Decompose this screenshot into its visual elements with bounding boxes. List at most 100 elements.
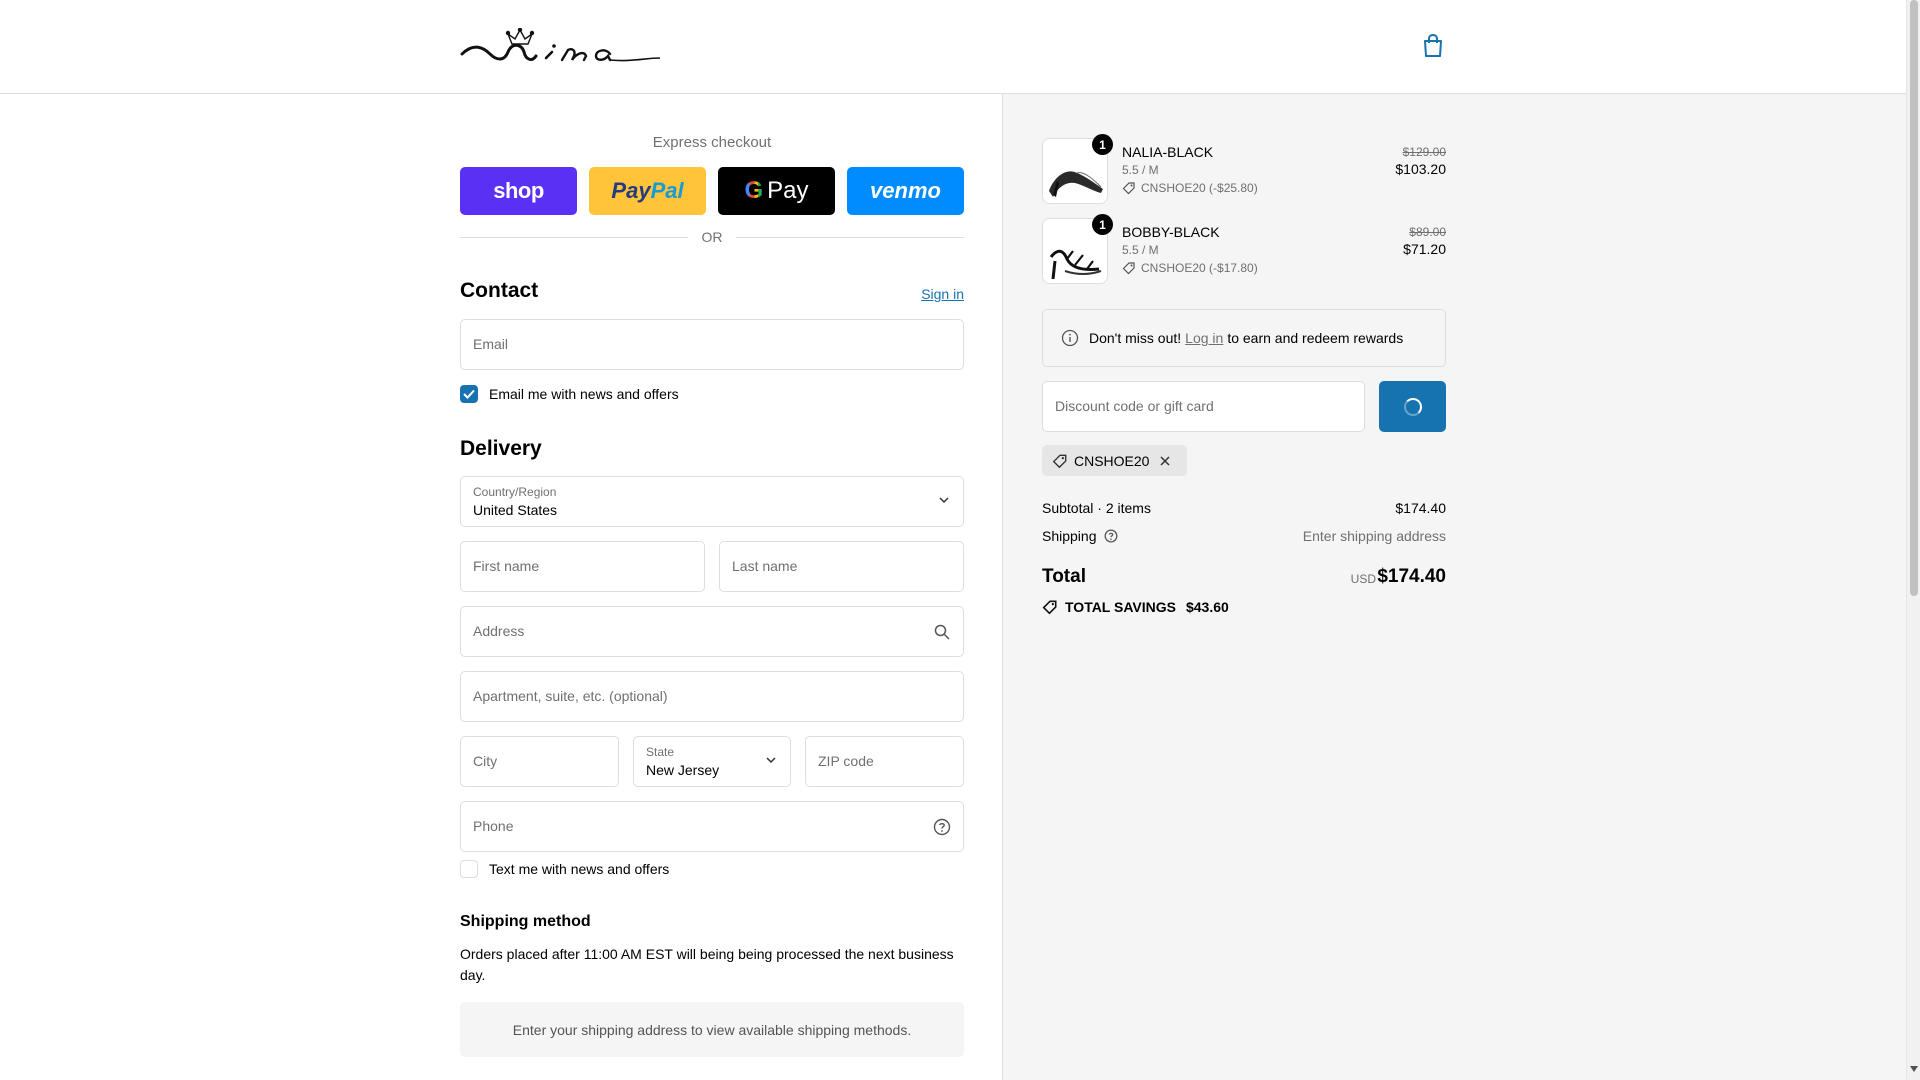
shipping-value: Enter shipping address	[1302, 528, 1446, 544]
last-name-placeholder: Last name	[732, 558, 798, 574]
help-circle-icon[interactable]	[933, 818, 951, 836]
tag-icon	[1122, 182, 1135, 195]
remove-discount-icon[interactable]	[1159, 455, 1171, 467]
loading-spinner-icon	[1403, 397, 1422, 416]
express-checkout-label: Express checkout	[652, 134, 772, 151]
country-select[interactable]: Country/Region United States	[460, 476, 964, 527]
scroll-down-arrow-icon[interactable]	[1910, 1066, 1918, 1072]
email-news-label: Email me with news and offers	[489, 386, 679, 402]
tag-icon	[1042, 600, 1057, 615]
applied-code: CNSHOE20	[1074, 452, 1150, 469]
search-icon	[934, 624, 950, 640]
discount-code-field[interactable]: Discount code or gift card	[1042, 381, 1365, 432]
item-discount: CNSHOE20 (-$17.80)	[1122, 261, 1258, 275]
first-name-field[interactable]: First name	[460, 541, 705, 592]
shopping-bag-icon[interactable]	[1422, 33, 1444, 58]
country-value: United States	[473, 502, 558, 518]
info-icon	[1061, 329, 1079, 347]
rewards-notice: Don't miss out! Log in to earn and redee…	[1042, 309, 1446, 367]
email-news-option[interactable]: Email me with news and offers	[460, 385, 679, 403]
text-news-option[interactable]: Text me with news and offers	[460, 860, 669, 878]
email-field[interactable]: Email	[460, 319, 964, 370]
item-price: $103.20	[1395, 161, 1446, 177]
item-variant: 5.5 / M	[1122, 163, 1159, 177]
venmo-button[interactable]: venmo	[847, 167, 964, 215]
apartment-field[interactable]: Apartment, suite, etc. (optional)	[460, 671, 964, 722]
discount-placeholder: Discount code or gift card	[1055, 398, 1214, 414]
last-name-field[interactable]: Last name	[719, 541, 964, 592]
item-discount: CNSHOE20 (-$25.80)	[1122, 181, 1258, 195]
item-variant: 5.5 / M	[1122, 243, 1159, 257]
savings-value: $43.60	[1185, 599, 1229, 615]
address-field[interactable]: Address	[460, 606, 964, 657]
item-name: BOBBY-BLACK	[1122, 224, 1220, 240]
help-circle-icon[interactable]	[1104, 529, 1118, 543]
country-label: Country/Region	[473, 485, 557, 499]
chevron-down-icon	[766, 757, 776, 764]
tag-icon	[1052, 454, 1067, 468]
total-label: Total	[1042, 566, 1086, 587]
paypal-label-pay: Pay	[611, 178, 651, 203]
item-discount-text: CNSHOE20 (-$17.80)	[1141, 261, 1258, 275]
quantity-badge: 1	[1092, 214, 1113, 235]
google-pay-label: Pay	[767, 177, 809, 204]
city-placeholder: City	[473, 753, 498, 769]
scrollbar-thumb[interactable]	[1910, 0, 1918, 596]
text-news-checkbox[interactable]	[460, 860, 478, 878]
venmo-label: venmo	[870, 178, 941, 203]
email-news-checkbox[interactable]	[460, 385, 478, 403]
savings-label: TOTAL SAVINGS	[1065, 599, 1176, 615]
cart-item: 1 NALIA-BLACK 5.5 / M CNSHOE20 (-$25.80)…	[1042, 134, 1446, 204]
rewards-notice-text: Don't miss out!	[1089, 330, 1182, 346]
state-select[interactable]: State New Jersey	[633, 736, 791, 787]
paypal-label-pal: Pal	[650, 178, 684, 203]
sign-in-link[interactable]: Sign in	[921, 286, 964, 302]
log-in-link[interactable]: Log in	[1185, 330, 1223, 346]
apartment-placeholder: Apartment, suite, etc. (optional)	[473, 688, 668, 704]
zip-placeholder: ZIP code	[818, 753, 874, 769]
subtotal-label: Subtotal · 2 items	[1042, 500, 1151, 516]
text-news-label: Text me with news and offers	[489, 861, 670, 877]
city-field[interactable]: City	[460, 736, 619, 787]
order-summary-column: 1 NALIA-BLACK 5.5 / M CNSHOE20 (-$25.80)…	[1002, 94, 1906, 1080]
applied-discount-tag: CNSHOE20	[1042, 445, 1188, 476]
google-g-icon: G	[744, 177, 764, 204]
subtotal-row: Subtotal · 2 items $174.40	[1042, 500, 1446, 516]
paypal-button[interactable]: Pay Pal	[589, 167, 706, 215]
first-name-placeholder: First name	[473, 558, 540, 574]
state-label: State	[646, 745, 675, 759]
chevron-down-icon	[939, 497, 949, 504]
shipping-empty-text: Enter your shipping address to view avai…	[512, 1021, 912, 1038]
checkout-form-column: Express checkout shop Pay Pal G Pay venmo …	[0, 94, 1002, 1080]
item-original-price: $129.00	[1402, 145, 1446, 159]
divider-line-right	[736, 237, 964, 238]
google-pay-button[interactable]: G Pay	[718, 167, 835, 215]
brand-logo[interactable]	[460, 27, 662, 68]
total-value: $174.40	[1377, 566, 1446, 587]
page-scrollbar[interactable]	[1906, 0, 1920, 1080]
apply-discount-button[interactable]	[1379, 381, 1446, 432]
shipping-row: Shipping Enter shipping address	[1042, 528, 1446, 544]
shipping-note: Orders placed after 11:00 AM EST will be…	[460, 946, 954, 983]
address-placeholder: Address	[473, 623, 525, 639]
phone-field[interactable]: Phone	[460, 801, 964, 852]
zip-field[interactable]: ZIP code	[805, 736, 964, 787]
contact-title: Contact	[460, 279, 539, 302]
item-name: NALIA-BLACK	[1122, 144, 1214, 160]
item-price: $71.20	[1403, 241, 1446, 257]
quantity-badge: 1	[1092, 134, 1113, 155]
site-header	[0, 0, 1906, 94]
phone-placeholder: Phone	[473, 818, 514, 834]
total-currency: USD	[1350, 572, 1376, 586]
shipping-methods-empty: Enter your shipping address to view avai…	[460, 1002, 964, 1057]
cart-item: 1 BOBBY-BLACK 5.5 / M CNSHOE20 (-$17.80)…	[1042, 214, 1446, 284]
shipping-method-title: Shipping method	[460, 913, 591, 930]
item-discount-text: CNSHOE20 (-$25.80)	[1141, 181, 1258, 195]
shop-pay-button[interactable]: shop	[460, 167, 577, 215]
tag-icon	[1122, 262, 1135, 275]
item-original-price: $89.00	[1409, 225, 1446, 239]
total-savings: TOTAL SAVINGS $43.60	[1042, 599, 1229, 615]
state-value: New Jersey	[646, 762, 720, 778]
rewards-notice-text-end: to earn and redeem rewards	[1227, 330, 1404, 346]
or-divider: OR	[460, 229, 964, 245]
